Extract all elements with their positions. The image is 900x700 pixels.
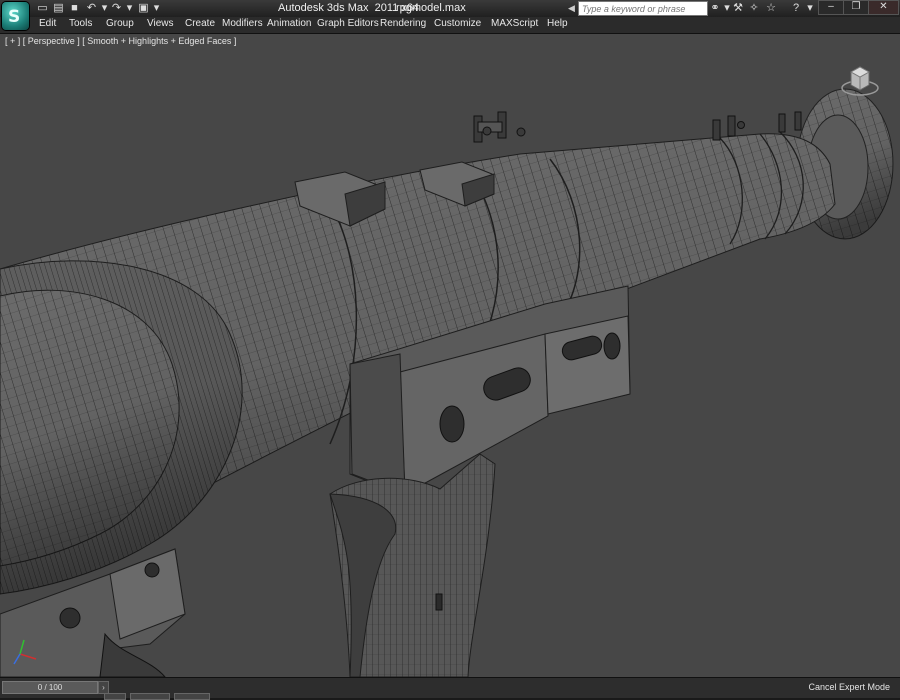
menu-modifiers[interactable]: Modifiers (222, 18, 263, 29)
app-menu-button[interactable]: S (2, 2, 29, 30)
front-collar (0, 260, 243, 595)
redo-icon[interactable]: ↷ (110, 2, 123, 14)
rpg-model-wireframe (0, 88, 894, 677)
app-logo-icon: S (8, 7, 21, 27)
menu-group[interactable]: Group (106, 18, 134, 29)
menu-customize[interactable]: Customize (434, 18, 481, 29)
viewcube-icon[interactable] (840, 60, 880, 100)
menu-bar: Edit Tools Group Views Create Modifiers … (0, 17, 900, 34)
open-file-icon[interactable]: ▤ (52, 2, 65, 14)
time-slider[interactable]: 0 / 100 (2, 681, 98, 694)
wrench-icon[interactable]: ⚒ (731, 2, 745, 15)
menu-edit[interactable]: Edit (39, 18, 56, 29)
undo-icon[interactable]: ↶ (85, 2, 98, 14)
search-input[interactable] (578, 1, 708, 16)
menu-help[interactable]: Help (547, 18, 568, 29)
new-file-icon[interactable]: ▭ (36, 2, 49, 14)
save-file-icon[interactable]: ■ (68, 2, 81, 14)
star-icon[interactable]: ☆ (764, 2, 778, 15)
menu-rendering[interactable]: Rendering (380, 18, 426, 29)
redo-dropdown-icon[interactable]: ▾ (123, 2, 136, 14)
help-dropdown-icon[interactable]: ▾ (803, 2, 817, 15)
file-name: rpgmodel.max (396, 2, 466, 14)
menu-create[interactable]: Create (185, 18, 215, 29)
quick-access-dropdown-icon[interactable]: ▾ (150, 2, 163, 14)
menu-maxscript[interactable]: MAXScript (491, 18, 538, 29)
help-icon[interactable]: ? (789, 2, 803, 15)
close-button[interactable]: ✕ (868, 0, 899, 15)
project-folder-icon[interactable]: ▣ (137, 2, 150, 14)
menu-views[interactable]: Views (147, 18, 174, 29)
title-bar: ▭ ▤ ■ ↶ ▾ ↷ ▾ ▣ ▾ Autodesk 3ds Max 2011 … (0, 0, 900, 18)
pistol-grip (329, 453, 496, 677)
menu-animation[interactable]: Animation (267, 18, 311, 29)
status-bar: 0 / 100 › Cancel Expert Mode (0, 677, 900, 700)
star-sparkle-icon[interactable]: ✧ (747, 2, 761, 15)
menu-graph-editors[interactable]: Graph Editors (317, 18, 379, 29)
minimize-button[interactable]: – (818, 0, 844, 15)
viewport-label[interactable]: [ + ] [ Perspective ] [ Smooth + Highlig… (5, 36, 236, 46)
perspective-viewport[interactable]: [ + ] [ Perspective ] [ Smooth + Highlig… (0, 34, 900, 677)
cancel-expert-mode-button[interactable]: Cancel Expert Mode (808, 682, 890, 692)
menu-tools[interactable]: Tools (69, 18, 92, 29)
search-expand-icon[interactable]: ◀ (568, 3, 576, 14)
restore-button[interactable]: ❐ (843, 0, 869, 15)
